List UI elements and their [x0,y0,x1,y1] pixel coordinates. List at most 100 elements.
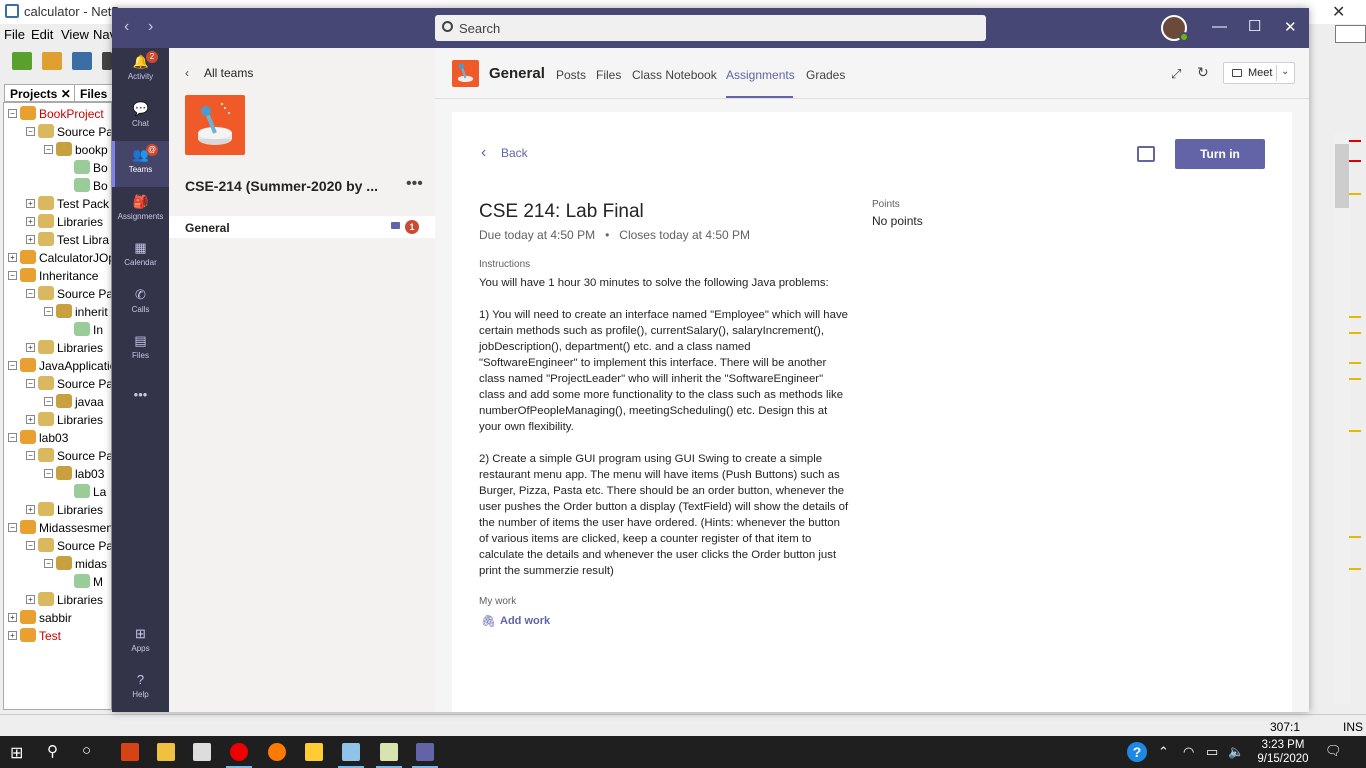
nav-back-icon[interactable]: ‹ [124,18,129,36]
expand-toggle-icon[interactable]: − [44,559,53,568]
firefox-icon[interactable] [268,743,286,761]
more-apps-icon[interactable]: ••• [112,374,169,420]
tab-class-notebook[interactable]: Class Notebook [632,68,717,82]
menu-edit[interactable]: Edit [31,27,53,42]
wifi-icon[interactable]: ◠ [1183,744,1194,760]
expand-toggle-icon[interactable]: − [8,523,17,532]
rail-item-apps[interactable]: ⊞ Apps [112,620,169,666]
expand-toggle-icon[interactable]: − [8,271,17,280]
expand-toggle-icon[interactable]: − [8,361,17,370]
turn-in-button[interactable]: Turn in [1175,139,1265,169]
rail-item-calls[interactable]: ✆ Calls [112,281,169,327]
tab-grades[interactable]: Grades [806,68,845,82]
notepad-icon[interactable] [376,743,402,768]
rail-item-teams[interactable]: 👥 Teams @ [112,141,169,187]
expand-toggle-icon[interactable]: + [8,613,17,622]
editor-scrollbar[interactable] [1333,134,1351,704]
quick-search-field[interactable] [1335,25,1366,43]
warning-marker[interactable] [1349,430,1361,432]
close-icon[interactable]: ✕ [1284,18,1297,36]
open-project-icon[interactable] [72,52,92,70]
expand-toggle-icon[interactable]: − [26,541,35,550]
tab-posts[interactable]: Posts [556,68,586,82]
netbeans-icon[interactable] [338,743,364,768]
minimize-icon[interactable]: — [1212,18,1227,35]
warning-marker[interactable] [1349,193,1361,195]
nav-forward-icon[interactable]: › [148,18,153,36]
expand-toggle-icon[interactable]: + [26,505,35,514]
error-marker[interactable] [1349,140,1361,142]
rail-item-help[interactable]: ? Help [112,666,169,712]
expand-toggle-icon[interactable]: + [26,415,35,424]
avatar[interactable] [1161,15,1189,42]
rail-item-files[interactable]: ▤ Files [112,327,169,373]
warning-marker[interactable] [1349,536,1361,538]
teams-icon[interactable] [412,743,438,768]
menu-view[interactable]: View [61,27,89,42]
expand-toggle-icon[interactable]: + [26,343,35,352]
warning-marker[interactable] [1349,378,1361,380]
expand-toggle-icon[interactable]: + [26,235,35,244]
volume-icon[interactable]: 🔈 [1228,744,1244,760]
windows-start-icon[interactable]: ⊞ [10,743,23,763]
new-project-icon[interactable] [42,52,62,70]
warning-marker[interactable] [1349,568,1361,570]
expand-toggle-icon[interactable]: − [26,127,35,136]
opera-icon[interactable] [226,743,252,768]
new-file-icon[interactable] [12,52,32,70]
netbeans-close-icon[interactable]: ✕ [1332,2,1345,22]
save-icon[interactable] [102,52,112,70]
rail-item-activity[interactable]: 🔔 Activity 2 [112,48,169,94]
rail-item-chat[interactable]: 💬 Chat [112,95,169,141]
warning-marker[interactable] [1349,332,1361,334]
error-marker[interactable] [1349,160,1361,162]
expand-toggle-icon[interactable]: − [44,307,53,316]
cortana-icon[interactable]: ○ [82,742,91,759]
expand-toggle-icon[interactable]: − [8,109,17,118]
team-name[interactable]: CSE-214 (Summer-2020 by ... [185,178,395,194]
expand-toggle-icon[interactable]: − [44,469,53,478]
notifications-icon[interactable]: 🗨 [1325,743,1342,759]
tab-assignments[interactable]: Assignments [726,68,795,82]
expand-toggle-icon[interactable]: + [8,631,17,640]
file-node-spacer[interactable] [62,577,71,586]
tab-projects[interactable]: Projects ✕ [4,84,77,102]
team-more-options-icon[interactable]: ••• [406,175,423,193]
expand-toggle-icon[interactable]: − [44,145,53,154]
expand-icon[interactable]: ⤢ [1171,66,1181,82]
scrollbar-thumb[interactable] [1335,144,1349,208]
expand-toggle-icon[interactable]: − [8,433,17,442]
file-node-spacer[interactable] [62,325,71,334]
rail-item-calendar[interactable]: ▦ Calendar [112,234,169,280]
expand-toggle-icon[interactable]: − [26,451,35,460]
tab-files[interactable]: Files [74,84,114,102]
tab-files[interactable]: Files [596,68,621,82]
meet-button[interactable]: Meet ⌄ [1223,62,1295,84]
expand-toggle-icon[interactable]: − [26,289,35,298]
expand-toggle-icon[interactable]: − [44,397,53,406]
menu-file[interactable]: File [4,27,25,42]
help-icon[interactable]: ? [1127,742,1147,762]
warning-marker[interactable] [1349,316,1361,318]
expand-toggle-icon[interactable]: + [8,253,17,262]
expand-toggle-icon[interactable]: + [26,595,35,604]
chevron-down-icon[interactable]: ⌄ [1281,66,1289,77]
warning-marker[interactable] [1349,362,1361,364]
media-player-icon[interactable] [305,743,323,761]
immersive-reader-icon[interactable] [1137,146,1155,162]
file-node-spacer[interactable] [62,163,71,172]
refresh-icon[interactable]: ↻ [1197,64,1209,81]
search-box[interactable]: Search [435,15,986,41]
maximize-icon[interactable]: ☐ [1248,17,1261,35]
file-node-spacer[interactable] [62,487,71,496]
chevron-up-icon[interactable]: ⌃ [1158,744,1169,760]
expand-toggle-icon[interactable]: − [26,379,35,388]
file-explorer-icon[interactable] [157,743,175,761]
battery-icon[interactable]: ▭ [1206,744,1218,760]
system-clock[interactable]: 3:23 PM 9/15/2020 [1253,738,1313,766]
channel-general[interactable]: General 1 [169,216,435,238]
expand-toggle-icon[interactable]: + [26,217,35,226]
search-icon[interactable]: ⚲ [47,742,58,760]
file-node-spacer[interactable] [62,181,71,190]
rail-item-assignments[interactable]: 🎒 Assignments [112,188,169,234]
